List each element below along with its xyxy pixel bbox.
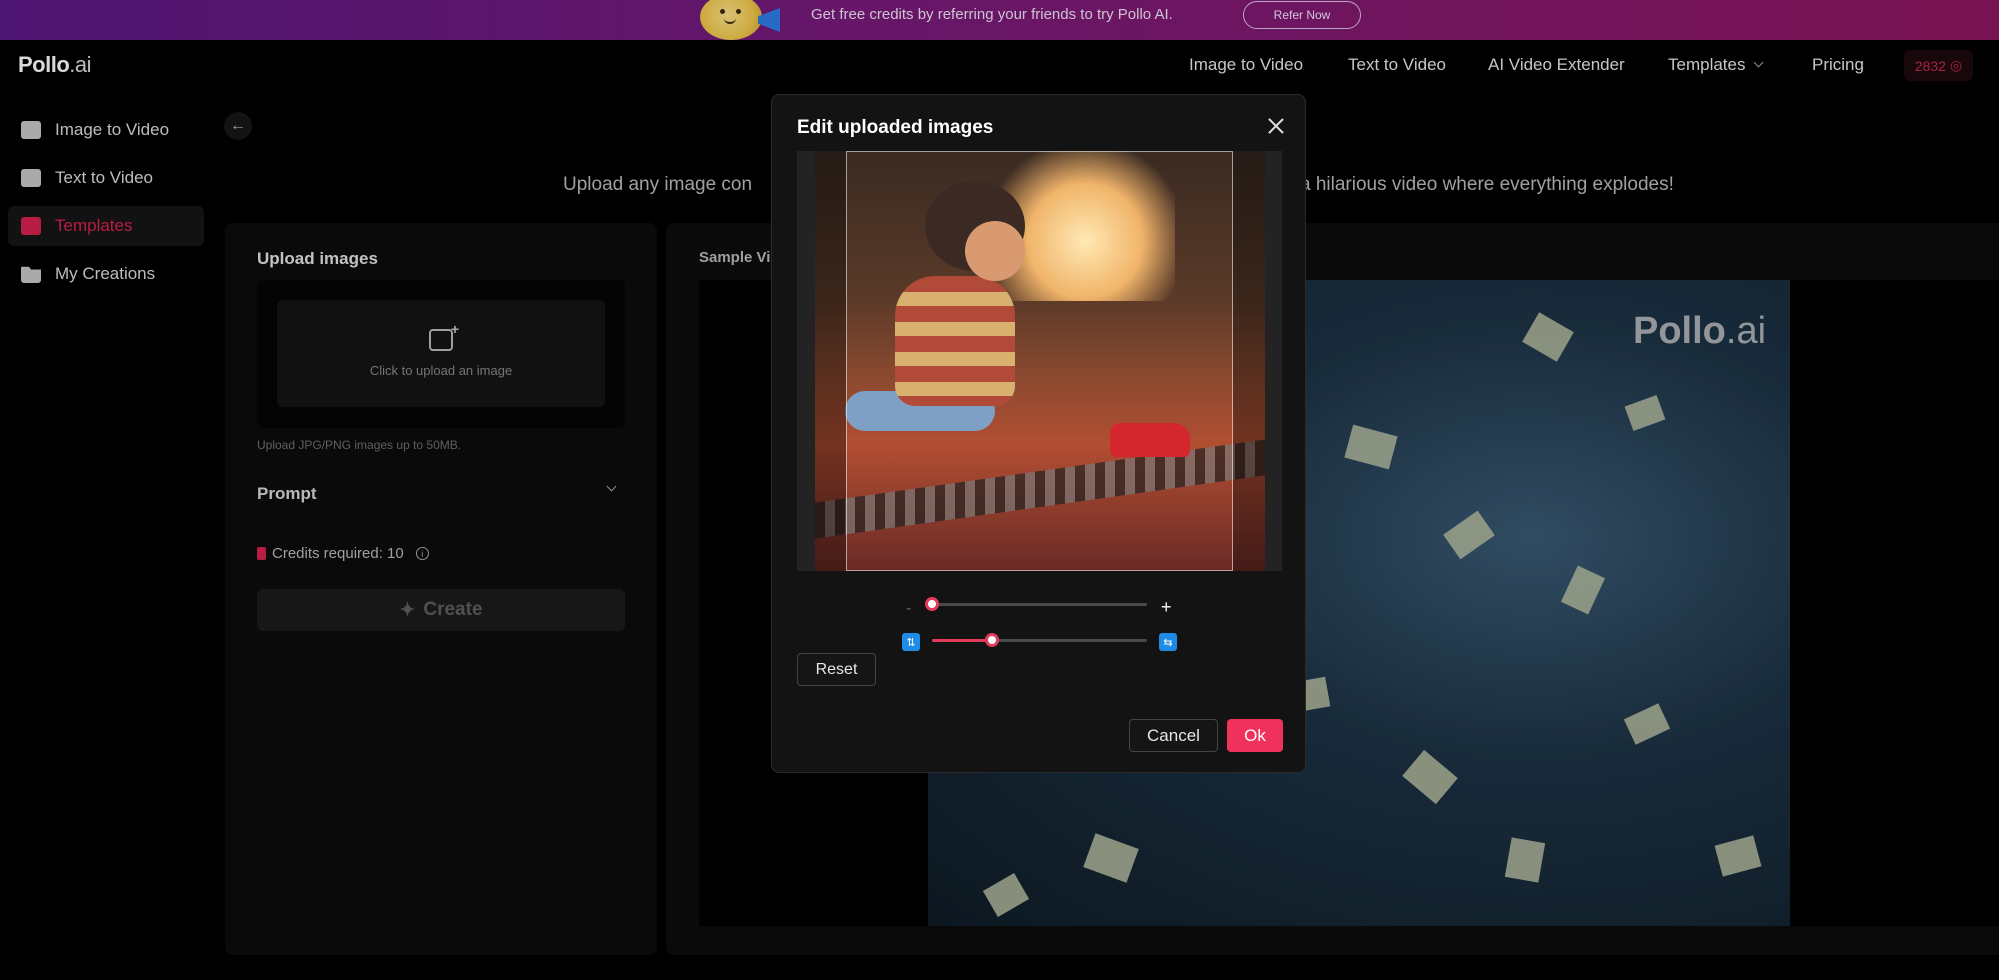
close-icon[interactable] bbox=[1265, 115, 1287, 137]
rotate-slider-fill bbox=[932, 639, 993, 642]
zoom-slider-row: - + bbox=[772, 597, 1307, 623]
flip-horizontal-icon[interactable]: ⇆ bbox=[1159, 633, 1177, 651]
zoom-in-icon[interactable]: + bbox=[1161, 597, 1172, 618]
zoom-out-icon[interactable]: - bbox=[906, 600, 911, 618]
reset-button[interactable]: Reset bbox=[797, 653, 876, 686]
edit-images-dialog: Edit uploaded images - + ⇅ ⇆ Reset Cance… bbox=[771, 94, 1306, 773]
ok-button[interactable]: Ok bbox=[1227, 719, 1283, 752]
crop-frame[interactable] bbox=[846, 151, 1233, 571]
rotate-slider-thumb[interactable] bbox=[985, 633, 1000, 647]
flip-vertical-icon[interactable]: ⇅ bbox=[902, 633, 920, 651]
dialog-title: Edit uploaded images bbox=[797, 117, 994, 138]
zoom-slider-thumb[interactable] bbox=[925, 597, 939, 611]
zoom-slider-track[interactable] bbox=[932, 603, 1147, 606]
cancel-button[interactable]: Cancel bbox=[1129, 719, 1218, 752]
crop-area[interactable] bbox=[797, 151, 1282, 571]
